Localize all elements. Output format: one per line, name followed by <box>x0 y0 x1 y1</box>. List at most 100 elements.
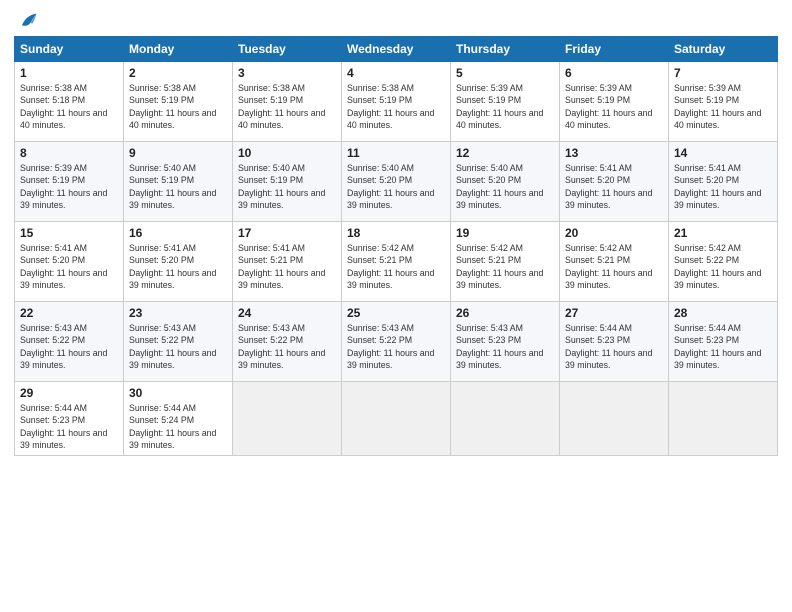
calendar-cell: 10 Sunrise: 5:40 AMSunset: 5:19 PMDayligh… <box>233 142 342 222</box>
cell-sun-info: Sunrise: 5:43 AMSunset: 5:22 PMDaylight:… <box>238 322 336 371</box>
calendar-cell <box>342 382 451 456</box>
calendar-table: SundayMondayTuesdayWednesdayThursdayFrid… <box>14 36 778 456</box>
calendar-cell: 16Sunrise: 5:41 AMSunset: 5:20 PMDayligh… <box>124 222 233 302</box>
calendar-cell: 21 Sunrise: 5:42 AMSunset: 5:22 PMDayligh… <box>669 222 778 302</box>
cell-day-number: 23 <box>129 306 227 320</box>
calendar-cell: 7 Sunrise: 5:39 AMSunset: 5:19 PMDaylight… <box>669 62 778 142</box>
cell-day-number: 15 <box>20 226 118 240</box>
cell-sun-info: Sunrise: 5:41 AMSunset: 5:20 PMDaylight:… <box>565 162 663 211</box>
weekday-header-wednesday: Wednesday <box>342 37 451 62</box>
cell-day-number: 1 <box>20 66 118 80</box>
weekday-header-tuesday: Tuesday <box>233 37 342 62</box>
cell-sun-info: Sunrise: 5:43 AMSunset: 5:22 PMDaylight:… <box>20 322 118 371</box>
calendar-cell: 15 Sunrise: 5:41 AMSunset: 5:20 PMDayligh… <box>15 222 124 302</box>
calendar-cell: 20 Sunrise: 5:42 AMSunset: 5:21 PMDayligh… <box>560 222 669 302</box>
cell-day-number: 11 <box>347 146 445 160</box>
calendar-cell: 2 Sunrise: 5:38 AMSunset: 5:19 PMDaylight… <box>124 62 233 142</box>
cell-sun-info: Sunrise: 5:42 AMSunset: 5:21 PMDaylight:… <box>456 242 554 291</box>
calendar-cell: 14 Sunrise: 5:41 AMSunset: 5:20 PMDayligh… <box>669 142 778 222</box>
calendar-cell: 9Sunrise: 5:40 AMSunset: 5:19 PMDaylight… <box>124 142 233 222</box>
weekday-header-monday: Monday <box>124 37 233 62</box>
cell-day-number: 18 <box>347 226 445 240</box>
cell-day-number: 29 <box>20 386 118 400</box>
cell-day-number: 12 <box>456 146 554 160</box>
calendar-cell: 13 Sunrise: 5:41 AMSunset: 5:20 PMDayligh… <box>560 142 669 222</box>
cell-day-number: 13 <box>565 146 663 160</box>
cell-day-number: 8 <box>20 146 118 160</box>
cell-day-number: 7 <box>674 66 772 80</box>
cell-day-number: 19 <box>456 226 554 240</box>
cell-day-number: 24 <box>238 306 336 320</box>
calendar-cell <box>233 382 342 456</box>
cell-sun-info: Sunrise: 5:42 AMSunset: 5:21 PMDaylight:… <box>347 242 445 291</box>
cell-sun-info: Sunrise: 5:39 AMSunset: 5:19 PMDaylight:… <box>565 82 663 131</box>
cell-day-number: 3 <box>238 66 336 80</box>
cell-sun-info: Sunrise: 5:43 AMSunset: 5:23 PMDaylight:… <box>456 322 554 371</box>
weekday-header-thursday: Thursday <box>451 37 560 62</box>
calendar-cell: 28 Sunrise: 5:44 AMSunset: 5:23 PMDayligh… <box>669 302 778 382</box>
calendar-cell <box>451 382 560 456</box>
cell-day-number: 14 <box>674 146 772 160</box>
calendar-cell: 6 Sunrise: 5:39 AMSunset: 5:19 PMDaylight… <box>560 62 669 142</box>
cell-sun-info: Sunrise: 5:39 AMSunset: 5:19 PMDaylight:… <box>456 82 554 131</box>
cell-sun-info: Sunrise: 5:38 AMSunset: 5:19 PMDaylight:… <box>347 82 445 131</box>
calendar-cell <box>669 382 778 456</box>
calendar-cell: 1 Sunrise: 5:38 AMSunset: 5:18 PMDaylight… <box>15 62 124 142</box>
cell-sun-info: Sunrise: 5:40 AMSunset: 5:20 PMDaylight:… <box>456 162 554 211</box>
cell-sun-info: Sunrise: 5:44 AMSunset: 5:23 PMDaylight:… <box>20 402 118 451</box>
cell-sun-info: Sunrise: 5:40 AMSunset: 5:19 PMDaylight:… <box>238 162 336 211</box>
page-header <box>14 10 778 28</box>
cell-sun-info: Sunrise: 5:39 AMSunset: 5:19 PMDaylight:… <box>674 82 772 131</box>
logo <box>14 10 38 28</box>
calendar-cell: 29 Sunrise: 5:44 AMSunset: 5:23 PMDayligh… <box>15 382 124 456</box>
cell-day-number: 9 <box>129 146 227 160</box>
cell-sun-info: Sunrise: 5:43 AMSunset: 5:22 PMDaylight:… <box>129 322 227 371</box>
cell-sun-info: Sunrise: 5:39 AMSunset: 5:19 PMDaylight:… <box>20 162 118 211</box>
cell-day-number: 20 <box>565 226 663 240</box>
cell-day-number: 4 <box>347 66 445 80</box>
calendar-cell: 24 Sunrise: 5:43 AMSunset: 5:22 PMDayligh… <box>233 302 342 382</box>
weekday-header-sunday: Sunday <box>15 37 124 62</box>
cell-sun-info: Sunrise: 5:41 AMSunset: 5:20 PMDaylight:… <box>20 242 118 291</box>
calendar-cell <box>560 382 669 456</box>
weekday-header-saturday: Saturday <box>669 37 778 62</box>
cell-day-number: 21 <box>674 226 772 240</box>
cell-sun-info: Sunrise: 5:38 AMSunset: 5:19 PMDaylight:… <box>238 82 336 131</box>
calendar-cell: 22 Sunrise: 5:43 AMSunset: 5:22 PMDayligh… <box>15 302 124 382</box>
cell-sun-info: Sunrise: 5:41 AMSunset: 5:20 PMDaylight:… <box>674 162 772 211</box>
calendar-cell: 17Sunrise: 5:41 AMSunset: 5:21 PMDayligh… <box>233 222 342 302</box>
calendar-cell: 11 Sunrise: 5:40 AMSunset: 5:20 PMDayligh… <box>342 142 451 222</box>
cell-sun-info: Sunrise: 5:42 AMSunset: 5:22 PMDaylight:… <box>674 242 772 291</box>
calendar-cell: 4 Sunrise: 5:38 AMSunset: 5:19 PMDaylight… <box>342 62 451 142</box>
calendar-cell: 8 Sunrise: 5:39 AMSunset: 5:19 PMDaylight… <box>15 142 124 222</box>
calendar-cell: 12 Sunrise: 5:40 AMSunset: 5:20 PMDayligh… <box>451 142 560 222</box>
cell-sun-info: Sunrise: 5:38 AMSunset: 5:18 PMDaylight:… <box>20 82 118 131</box>
calendar-cell: 25 Sunrise: 5:43 AMSunset: 5:22 PMDayligh… <box>342 302 451 382</box>
cell-day-number: 25 <box>347 306 445 320</box>
cell-sun-info: Sunrise: 5:44 AMSunset: 5:24 PMDaylight:… <box>129 402 227 451</box>
cell-sun-info: Sunrise: 5:44 AMSunset: 5:23 PMDaylight:… <box>565 322 663 371</box>
calendar-cell: 19 Sunrise: 5:42 AMSunset: 5:21 PMDayligh… <box>451 222 560 302</box>
cell-day-number: 6 <box>565 66 663 80</box>
cell-sun-info: Sunrise: 5:41 AMSunset: 5:21 PMDaylight:… <box>238 242 336 291</box>
cell-day-number: 16 <box>129 226 227 240</box>
cell-sun-info: Sunrise: 5:44 AMSunset: 5:23 PMDaylight:… <box>674 322 772 371</box>
cell-sun-info: Sunrise: 5:38 AMSunset: 5:19 PMDaylight:… <box>129 82 227 131</box>
cell-day-number: 27 <box>565 306 663 320</box>
cell-sun-info: Sunrise: 5:43 AMSunset: 5:22 PMDaylight:… <box>347 322 445 371</box>
cell-day-number: 26 <box>456 306 554 320</box>
calendar-cell: 18 Sunrise: 5:42 AMSunset: 5:21 PMDayligh… <box>342 222 451 302</box>
calendar-cell: 26 Sunrise: 5:43 AMSunset: 5:23 PMDayligh… <box>451 302 560 382</box>
calendar-cell: 3 Sunrise: 5:38 AMSunset: 5:19 PMDaylight… <box>233 62 342 142</box>
calendar-cell: 30 Sunrise: 5:44 AMSunset: 5:24 PMDayligh… <box>124 382 233 456</box>
cell-day-number: 2 <box>129 66 227 80</box>
cell-day-number: 10 <box>238 146 336 160</box>
cell-sun-info: Sunrise: 5:42 AMSunset: 5:21 PMDaylight:… <box>565 242 663 291</box>
cell-day-number: 5 <box>456 66 554 80</box>
calendar-cell: 5 Sunrise: 5:39 AMSunset: 5:19 PMDaylight… <box>451 62 560 142</box>
cell-day-number: 28 <box>674 306 772 320</box>
cell-day-number: 22 <box>20 306 118 320</box>
cell-sun-info: Sunrise: 5:40 AMSunset: 5:20 PMDaylight:… <box>347 162 445 211</box>
calendar-cell: 23 Sunrise: 5:43 AMSunset: 5:22 PMDayligh… <box>124 302 233 382</box>
cell-day-number: 30 <box>129 386 227 400</box>
